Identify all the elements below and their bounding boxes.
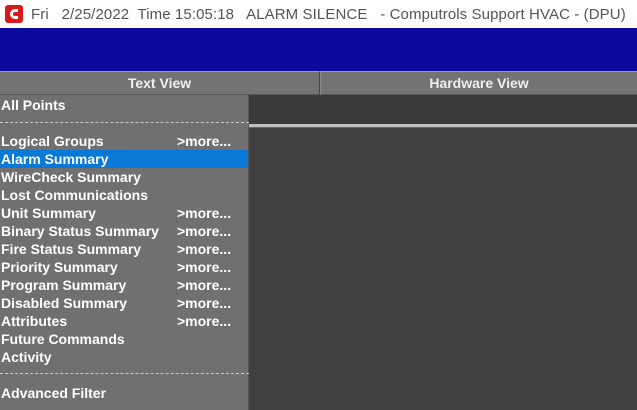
header-banner — [0, 28, 637, 71]
menu-item-label: Alarm Summary — [1, 151, 109, 167]
menu-item-fire-status-summary[interactable]: Fire Status Summary >more... — [0, 240, 248, 258]
menu-item-label: Priority Summary — [1, 259, 118, 275]
window-title: Fri 2/25/2022 Time 15:05:18 ALARM SILENC… — [31, 5, 626, 23]
content-toolbar — [249, 95, 637, 124]
menu-item-lost-communications[interactable]: Lost Communications — [0, 186, 248, 204]
menu-item-label: All Points — [1, 97, 66, 113]
menu-item-binary-status-summary[interactable]: Binary Status Summary >more... — [0, 222, 248, 240]
menu-item-disabled-summary[interactable]: Disabled Summary >more... — [0, 294, 248, 312]
view-tabs: Text View Hardware View — [0, 71, 637, 95]
more-link[interactable]: >more... — [177, 133, 231, 149]
tab-text-view[interactable]: Text View — [0, 71, 320, 95]
menu-item-attributes[interactable]: Attributes >more... — [0, 312, 248, 330]
menu-item-label: Future Commands — [1, 331, 125, 347]
menu-item-label: Attributes — [1, 313, 68, 329]
tab-hardware-view[interactable]: Hardware View — [320, 71, 637, 95]
window-titlebar: Fri 2/25/2022 Time 15:05:18 ALARM SILENC… — [0, 0, 637, 28]
menu-item-label: Unit Summary — [1, 205, 96, 221]
menu-separator — [0, 373, 249, 375]
menu-item-priority-summary[interactable]: Priority Summary >more... — [0, 258, 248, 276]
menu-item-label: Lost Communications — [1, 187, 149, 203]
content-pane — [249, 128, 637, 410]
menu-item-advanced-filter[interactable]: Advanced Filter — [0, 384, 248, 402]
more-link[interactable]: >more... — [177, 259, 231, 275]
computrols-logo-icon — [5, 5, 23, 23]
menu-item-activity[interactable]: Activity — [0, 348, 248, 366]
menu-separator — [0, 122, 249, 124]
menu-item-future-commands[interactable]: Future Commands — [0, 330, 248, 348]
menu-item-program-summary[interactable]: Program Summary >more... — [0, 276, 248, 294]
more-link[interactable]: >more... — [177, 205, 231, 221]
menu-item-wirecheck-summary[interactable]: WireCheck Summary — [0, 168, 248, 186]
menu-item-label: Binary Status Summary — [1, 223, 159, 239]
menu-item-label: Program Summary — [1, 277, 127, 293]
menu-item-label: Advanced Filter — [1, 385, 107, 401]
more-link[interactable]: >more... — [177, 295, 231, 311]
menu-item-label: Logical Groups — [1, 133, 104, 149]
menu-item-alarm-summary[interactable]: Alarm Summary — [0, 150, 248, 168]
menu-item-label: Disabled Summary — [1, 295, 128, 311]
menu-item-label: Activity — [1, 349, 52, 365]
menu-item-all-points[interactable]: All Points — [0, 96, 248, 114]
menu-item-logical-groups[interactable]: Logical Groups >more... — [0, 132, 248, 150]
menu-item-label: Fire Status Summary — [1, 241, 142, 257]
more-link[interactable]: >more... — [177, 277, 231, 293]
navigation-menu: All Points Logical Groups >more... Alarm… — [0, 95, 249, 410]
more-link[interactable]: >more... — [177, 241, 231, 257]
more-link[interactable]: >more... — [177, 223, 231, 239]
more-link[interactable]: >more... — [177, 313, 231, 329]
menu-item-unit-summary[interactable]: Unit Summary >more... — [0, 204, 248, 222]
menu-item-label: WireCheck Summary — [1, 169, 141, 185]
